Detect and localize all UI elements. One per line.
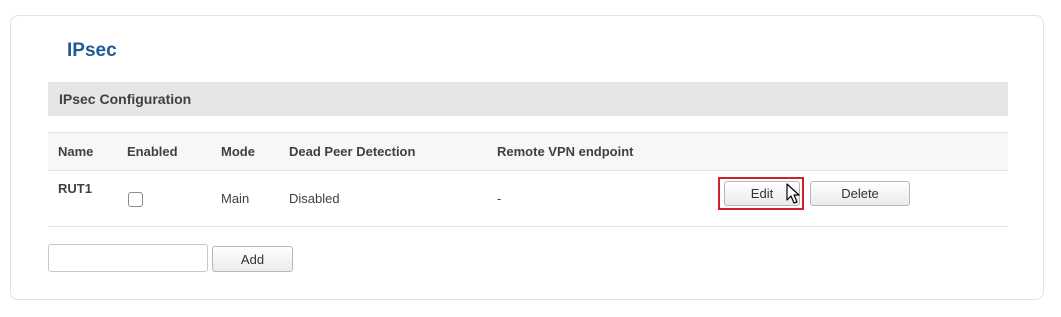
column-header-name: Name xyxy=(58,144,94,159)
page-title: IPsec xyxy=(67,40,117,61)
column-header-mode: Mode xyxy=(221,144,255,159)
row-remote-endpoint: - xyxy=(497,191,502,206)
column-header-remote-endpoint: Remote VPN endpoint xyxy=(497,144,634,159)
add-button[interactable]: Add xyxy=(212,246,293,272)
row-dead-peer-detection: Disabled xyxy=(289,191,340,206)
row-mode: Main xyxy=(221,191,250,206)
delete-button[interactable]: Delete xyxy=(810,181,910,206)
section-header: IPsec Configuration xyxy=(48,82,1008,116)
column-header-enabled: Enabled xyxy=(127,144,178,159)
edit-highlight: Edit xyxy=(718,177,804,210)
ipsec-table: Name Enabled Mode Dead Peer Detection Re… xyxy=(48,132,1008,227)
new-config-name-input[interactable] xyxy=(48,244,208,272)
table-header: Name Enabled Mode Dead Peer Detection Re… xyxy=(48,133,1008,171)
enabled-checkbox[interactable] xyxy=(128,192,143,207)
table-row: RUT1 Main Disabled - Edit Delete xyxy=(48,171,1008,226)
row-name: RUT1 xyxy=(58,181,92,196)
column-header-dpd: Dead Peer Detection xyxy=(289,144,416,159)
mouse-pointer-icon xyxy=(786,183,800,204)
